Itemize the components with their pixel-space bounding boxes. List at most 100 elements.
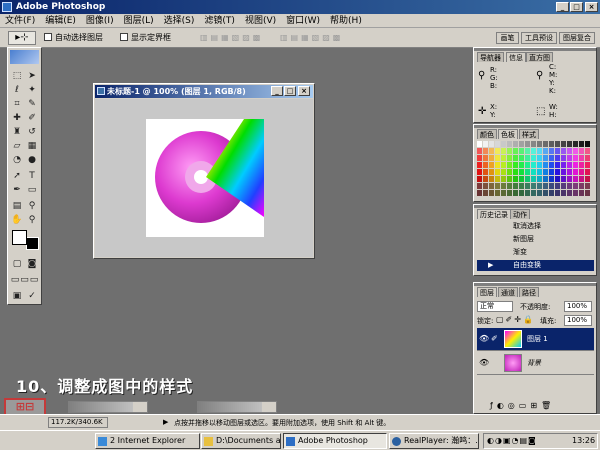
doc-close-button[interactable]: × [298,86,310,96]
crop-tool-icon[interactable]: ⌗ [11,98,23,110]
color-swatch[interactable] [507,155,512,161]
color-swatch[interactable] [585,183,590,189]
color-swatch[interactable] [507,162,512,168]
color-swatch[interactable] [543,169,548,175]
color-swatch[interactable] [531,183,536,189]
color-swatch[interactable] [537,155,542,161]
color-swatch[interactable] [561,148,566,154]
tab-color[interactable]: 颜色 [477,129,497,139]
color-swatch[interactable] [501,141,506,147]
color-swatch[interactable] [555,148,560,154]
color-swatch[interactable] [585,176,590,182]
tab-layers[interactable]: 图层 [477,287,497,297]
menu-select[interactable]: 选择(S) [159,14,200,28]
color-swatch[interactable] [501,148,506,154]
color-swatch[interactable] [513,148,518,154]
brush-link-icon[interactable]: ✐ [491,334,498,343]
minimized-window[interactable] [68,401,148,413]
maximize-button[interactable]: □ [570,2,583,12]
tab-navigator[interactable]: 导航器 [477,52,504,62]
menu-help[interactable]: 帮助(H) [325,14,367,28]
menu-image[interactable]: 图像(I) [81,14,119,28]
color-swatch[interactable] [501,155,506,161]
color-swatch[interactable] [489,155,494,161]
history-item[interactable]: 渐变 [477,247,594,258]
quickmask-mode-icon[interactable]: ◙ [26,258,38,270]
color-swatch[interactable] [537,183,542,189]
color-swatch[interactable] [519,176,524,182]
color-swatch[interactable] [501,176,506,182]
shape-tool-icon[interactable]: ▭ [26,184,38,196]
color-swatch[interactable] [537,141,542,147]
color-swatch[interactable] [573,183,578,189]
color-swatch[interactable] [501,169,506,175]
color-swatch[interactable] [573,190,578,196]
history-item[interactable]: 取消选择 [477,221,594,232]
color-swatch[interactable] [507,141,512,147]
color-swatch[interactable] [525,141,530,147]
color-swatch[interactable] [531,141,536,147]
color-swatch[interactable] [483,183,488,189]
notes-tool-icon[interactable]: ▤ [11,200,23,212]
color-swatch[interactable] [495,162,500,168]
color-swatch[interactable] [483,190,488,196]
color-swatch[interactable] [555,183,560,189]
color-swatch[interactable] [513,176,518,182]
color-swatch[interactable] [495,141,500,147]
color-swatch[interactable] [507,176,512,182]
path-select-tool-icon[interactable]: ➚ [11,170,23,182]
tab-tool-presets[interactable]: 工具预设 [521,32,557,44]
color-swatch[interactable] [549,169,554,175]
color-swatch[interactable] [549,162,554,168]
color-swatch[interactable] [477,148,482,154]
minimized-window[interactable] [197,401,277,413]
color-swatch[interactable] [531,176,536,182]
color-swatch[interactable] [549,148,554,154]
color-swatch[interactable] [567,176,572,182]
opacity-input[interactable]: 100% [564,301,592,312]
color-swatch[interactable] [579,190,584,196]
tab-channels[interactable]: 通道 [498,287,518,297]
tab-styles[interactable]: 样式 [519,129,539,139]
history-brush-icon[interactable]: ↺ [26,126,38,138]
tab-actions[interactable]: 动作 [510,209,530,219]
auto-select-checkbox[interactable] [44,33,52,41]
color-swatch[interactable] [501,190,506,196]
color-swatch[interactable] [555,169,560,175]
eraser-tool-icon[interactable]: ▱ [11,140,23,152]
layer-name[interactable]: 图层 1 [527,334,548,344]
color-swatch[interactable] [513,162,518,168]
color-swatch[interactable] [531,162,536,168]
taskbar-item[interactable]: D:\Documents and Se... [201,433,281,449]
color-swatch[interactable] [477,141,482,147]
color-swatch[interactable] [489,176,494,182]
color-swatch[interactable] [549,190,554,196]
color-swatch[interactable] [489,190,494,196]
color-swatch[interactable] [525,190,530,196]
color-swatch[interactable] [579,162,584,168]
blur-tool-icon[interactable]: ◔ [11,154,23,166]
color-swatch[interactable] [555,162,560,168]
tab-swatches[interactable]: 色板 [498,129,518,139]
color-swatch[interactable] [573,148,578,154]
color-swatch[interactable] [537,190,542,196]
color-swatch[interactable] [585,155,590,161]
align-buttons-icon[interactable]: ▥▤▦▧▨▩ [200,33,270,43]
menu-file[interactable]: 文件(F) [0,14,40,28]
color-swatch[interactable] [573,141,578,147]
color-swatch[interactable] [579,169,584,175]
color-swatch[interactable] [519,155,524,161]
color-swatch[interactable] [525,183,530,189]
brush-tool-icon[interactable]: ✐ [26,112,38,124]
color-swatch[interactable] [531,169,536,175]
color-swatch[interactable] [561,176,566,182]
color-swatch[interactable] [585,162,590,168]
taskbar-item[interactable]: RealPlayer: 瀚鸣：... [389,433,479,449]
color-swatch[interactable] [555,141,560,147]
color-swatch[interactable] [573,155,578,161]
color-swatch[interactable] [537,169,542,175]
color-swatch[interactable] [561,183,566,189]
color-swatch[interactable] [579,176,584,182]
color-swatch[interactable] [567,155,572,161]
color-swatch[interactable] [495,190,500,196]
